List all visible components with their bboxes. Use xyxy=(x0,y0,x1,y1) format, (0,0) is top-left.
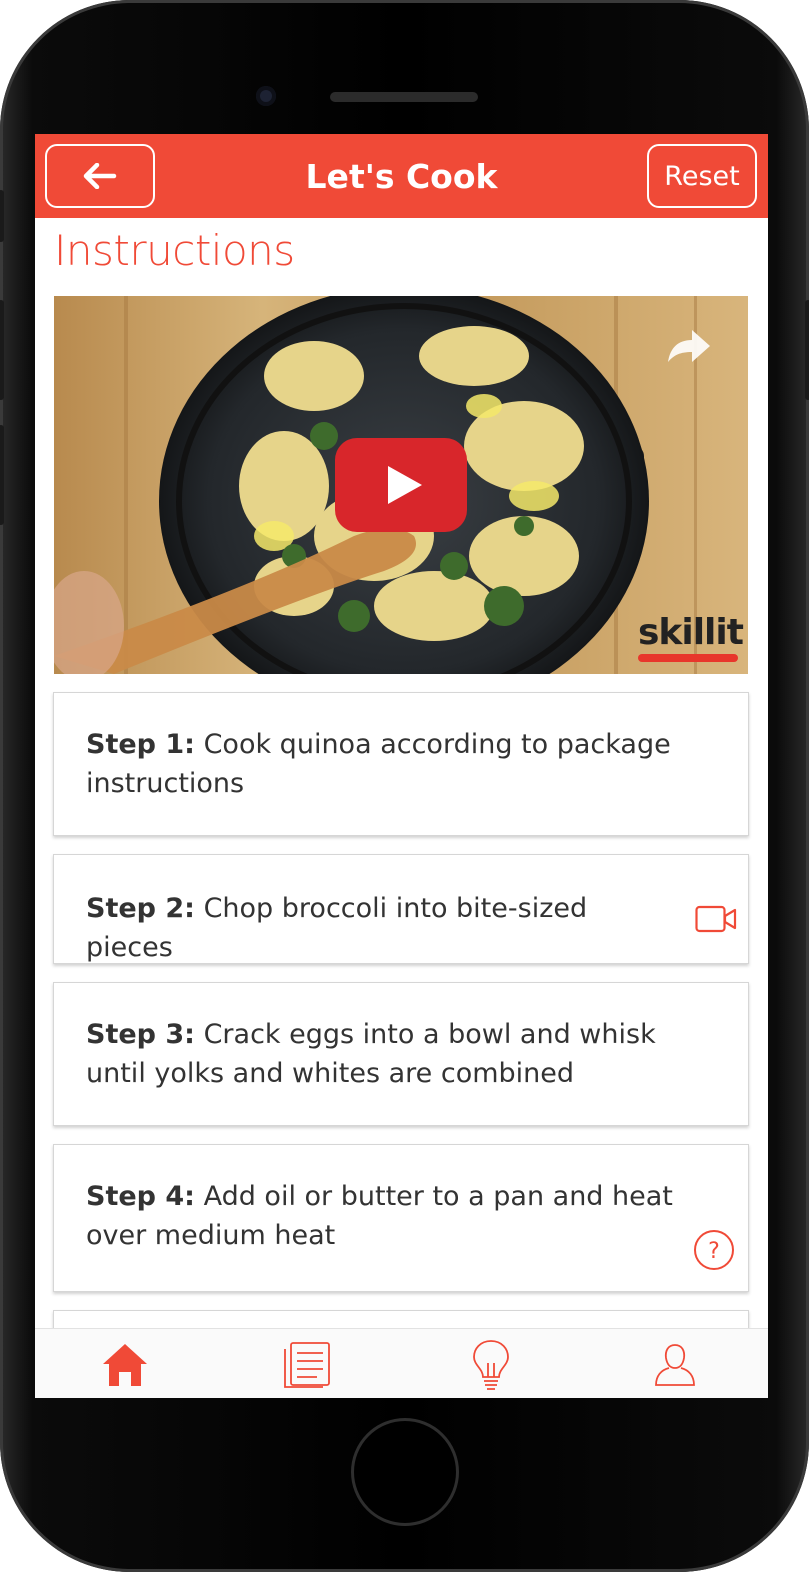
power-button xyxy=(805,300,809,400)
back-button[interactable] xyxy=(45,144,155,208)
earpiece-speaker xyxy=(330,92,478,102)
step-text: Step 1: Cook quinoa according to package… xyxy=(86,725,678,803)
reset-button[interactable]: Reset xyxy=(647,144,757,208)
app-screen: Let's Cook Reset Instructions skillit St… xyxy=(35,134,768,1398)
volume-up-button xyxy=(0,300,4,400)
video-camera-icon[interactable] xyxy=(695,905,737,933)
front-camera xyxy=(256,86,276,106)
home-icon xyxy=(103,1344,147,1386)
step-label: Step 1: xyxy=(86,729,195,760)
phone-frame: Let's Cook Reset Instructions skillit St… xyxy=(0,0,809,1572)
bottom-tabbar xyxy=(35,1328,768,1398)
step-card-5-partial[interactable] xyxy=(53,1310,749,1328)
brand-watermark: skillit xyxy=(638,612,744,653)
recipe-list-icon xyxy=(284,1342,330,1388)
main-content: Instructions skillit Step 1: Cook quinoa… xyxy=(35,218,768,1328)
tab-tips[interactable] xyxy=(461,1339,521,1391)
profile-icon xyxy=(655,1344,695,1386)
home-button[interactable] xyxy=(351,1418,459,1526)
step-card-3[interactable]: Step 3: Crack eggs into a bowl and whisk… xyxy=(53,982,749,1126)
help-icon[interactable]: ? xyxy=(693,1229,735,1271)
step-label: Step 2: xyxy=(86,893,195,924)
step-text: Step 4: Add oil or butter to a pan and h… xyxy=(86,1177,678,1255)
brand-underline xyxy=(638,654,738,662)
step-text: Step 3: Crack eggs into a bowl and whisk… xyxy=(86,1015,678,1093)
section-title: Instructions xyxy=(54,226,295,275)
step-label: Step 3: xyxy=(86,1019,195,1050)
play-button[interactable] xyxy=(335,438,467,532)
video-player[interactable]: skillit xyxy=(54,296,748,674)
page-title: Let's Cook xyxy=(305,156,498,196)
tab-recipes[interactable] xyxy=(278,1339,338,1391)
silent-switch xyxy=(0,190,4,242)
share-icon[interactable] xyxy=(666,326,712,366)
volume-down-button xyxy=(0,425,4,525)
top-navbar: Let's Cook Reset xyxy=(35,134,768,218)
step-text: Step 2: Chop broccoli into bite-sized pi… xyxy=(86,889,678,967)
step-card-1[interactable]: Step 1: Cook quinoa according to package… xyxy=(53,692,749,836)
tab-profile[interactable] xyxy=(645,1339,705,1391)
arrow-left-icon xyxy=(83,163,117,189)
step-label: Step 4: xyxy=(86,1181,195,1212)
svg-text:?: ? xyxy=(708,1239,720,1264)
step-card-2[interactable]: Step 2: Chop broccoli into bite-sized pi… xyxy=(53,854,749,964)
tab-home[interactable] xyxy=(95,1339,155,1391)
lightbulb-icon xyxy=(473,1340,509,1390)
play-icon xyxy=(388,466,422,504)
step-card-4[interactable]: Step 4: Add oil or butter to a pan and h… xyxy=(53,1144,749,1292)
